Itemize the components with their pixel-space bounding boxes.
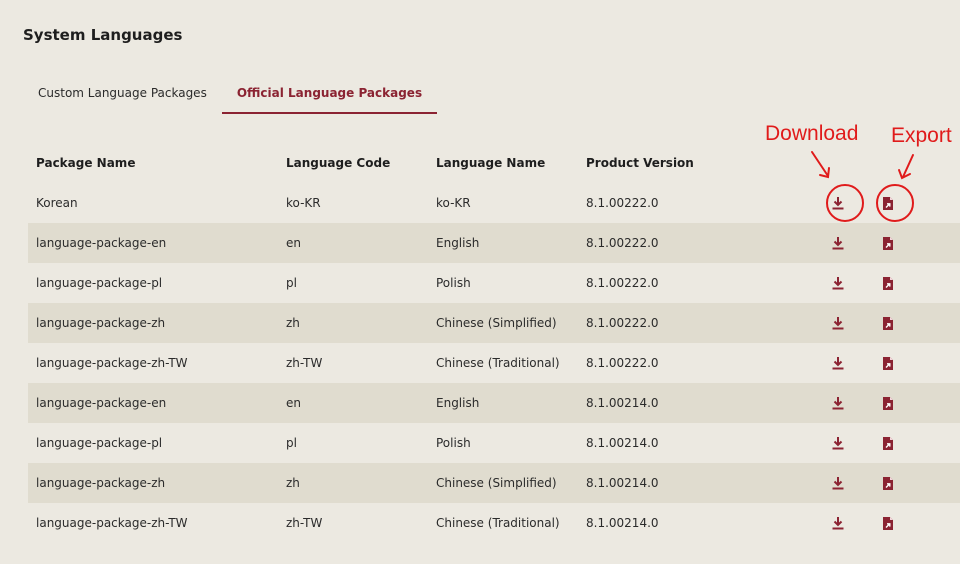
table-row[interactable]: language-package-en en English 8.1.00214.0 <box>28 383 960 423</box>
cell-export <box>863 274 913 292</box>
cell-language-name: Polish <box>436 436 471 450</box>
cell-export <box>863 354 913 372</box>
table-header-row: Package Name Language Code Language Name… <box>28 143 960 183</box>
download-icon[interactable] <box>829 474 847 492</box>
cell-download <box>813 234 863 252</box>
cell-download <box>813 274 863 292</box>
table-row[interactable]: language-package-zh-TW zh-TW Chinese (Trad… <box>28 343 960 383</box>
system-languages-page: System Languages Custom Language Package… <box>0 0 960 564</box>
cell-product-version: 8.1.00222.0 <box>586 276 659 290</box>
cell-package-name: language-package-en <box>36 236 167 250</box>
column-header-package-name[interactable]: Package Name <box>28 156 278 170</box>
tab-official-language-packages[interactable]: Official Language Packages <box>221 74 438 114</box>
cell-download <box>813 474 863 492</box>
cell-download <box>813 394 863 412</box>
export-icon[interactable] <box>879 314 897 332</box>
cell-language-name: Chinese (Traditional) <box>436 356 560 370</box>
cell-language-name: English <box>436 396 480 410</box>
cell-language-name: Chinese (Simplified) <box>436 316 557 330</box>
cell-export <box>863 234 913 252</box>
cell-language-name: English <box>436 236 480 250</box>
download-icon[interactable] <box>829 514 847 532</box>
column-header-language-code[interactable]: Language Code <box>278 156 428 170</box>
cell-language-name: Chinese (Traditional) <box>436 516 560 530</box>
cell-product-version: 8.1.00214.0 <box>586 476 659 490</box>
download-icon[interactable] <box>829 274 847 292</box>
export-icon[interactable] <box>879 274 897 292</box>
cell-language-code: zh-TW <box>286 356 323 370</box>
download-highlight-circle <box>826 184 864 222</box>
cell-product-version: 8.1.00214.0 <box>586 516 659 530</box>
cell-product-version: 8.1.00222.0 <box>586 236 659 250</box>
language-packages-table: Package Name Language Code Language Name… <box>28 143 960 543</box>
cell-package-name: language-package-en <box>36 396 167 410</box>
cell-package-name: language-package-zh <box>36 476 166 490</box>
cell-package-name: language-package-zh-TW <box>36 356 188 370</box>
table-row[interactable]: language-package-pl pl Polish 8.1.00222.0 <box>28 263 960 303</box>
cell-language-name: Polish <box>436 276 471 290</box>
cell-package-name: language-package-pl <box>36 276 163 290</box>
cell-product-version: 8.1.00222.0 <box>586 316 659 330</box>
table-row[interactable]: language-package-en en English 8.1.00222.0 <box>28 223 960 263</box>
export-highlight-circle <box>876 184 914 222</box>
table-row[interactable]: language-package-zh-TW zh-TW Chinese (Trad… <box>28 503 960 543</box>
cell-package-name: language-package-zh-TW <box>36 516 188 530</box>
cell-export <box>863 514 913 532</box>
cell-export <box>863 474 913 492</box>
cell-product-version: 8.1.00222.0 <box>586 356 659 370</box>
download-icon[interactable] <box>829 314 847 332</box>
cell-export <box>863 434 913 452</box>
cell-package-name: language-package-pl <box>36 436 163 450</box>
cell-language-code: pl <box>286 436 297 450</box>
table-row[interactable]: Korean ko-KR ko-KR 8.1.00222.0 <box>28 183 960 223</box>
download-icon[interactable] <box>829 354 847 372</box>
cell-product-version: 8.1.00214.0 <box>586 436 659 450</box>
cell-package-name: language-package-zh <box>36 316 166 330</box>
export-icon[interactable] <box>879 354 897 372</box>
page-title: System Languages <box>23 26 183 44</box>
tab-custom-language-packages[interactable]: Custom Language Packages <box>23 74 222 114</box>
cell-export <box>863 314 913 332</box>
export-icon[interactable] <box>879 234 897 252</box>
export-icon[interactable] <box>879 434 897 452</box>
cell-download <box>813 514 863 532</box>
table-row[interactable]: language-package-zh zh Chinese (Simplified… <box>28 463 960 503</box>
tab-bar: Custom Language Packages Official Langua… <box>23 74 438 114</box>
export-annotation-label: Export <box>891 124 952 147</box>
cell-download <box>813 354 863 372</box>
cell-language-code: zh <box>286 476 300 490</box>
cell-language-code: en <box>286 236 301 250</box>
cell-language-code: zh-TW <box>286 516 323 530</box>
column-header-language-name[interactable]: Language Name <box>428 156 578 170</box>
cell-language-name: Chinese (Simplified) <box>436 476 557 490</box>
cell-product-version: 8.1.00222.0 <box>586 196 659 210</box>
export-icon[interactable] <box>879 394 897 412</box>
table-row[interactable]: language-package-pl pl Polish 8.1.00214.0 <box>28 423 960 463</box>
column-header-product-version[interactable]: Product Version <box>578 156 813 170</box>
download-icon[interactable] <box>829 234 847 252</box>
cell-package-name: Korean <box>36 196 78 210</box>
cell-language-name: ko-KR <box>436 196 471 210</box>
cell-language-code: zh <box>286 316 300 330</box>
cell-product-version: 8.1.00214.0 <box>586 396 659 410</box>
download-icon[interactable] <box>829 394 847 412</box>
cell-download <box>813 434 863 452</box>
download-icon[interactable] <box>829 434 847 452</box>
export-icon[interactable] <box>879 474 897 492</box>
cell-export <box>863 394 913 412</box>
export-icon[interactable] <box>879 514 897 532</box>
cell-language-code: en <box>286 396 301 410</box>
cell-download <box>813 314 863 332</box>
download-annotation-label: Download <box>765 122 859 145</box>
table-row[interactable]: language-package-zh zh Chinese (Simplified… <box>28 303 960 343</box>
cell-language-code: pl <box>286 276 297 290</box>
cell-language-code: ko-KR <box>286 196 321 210</box>
